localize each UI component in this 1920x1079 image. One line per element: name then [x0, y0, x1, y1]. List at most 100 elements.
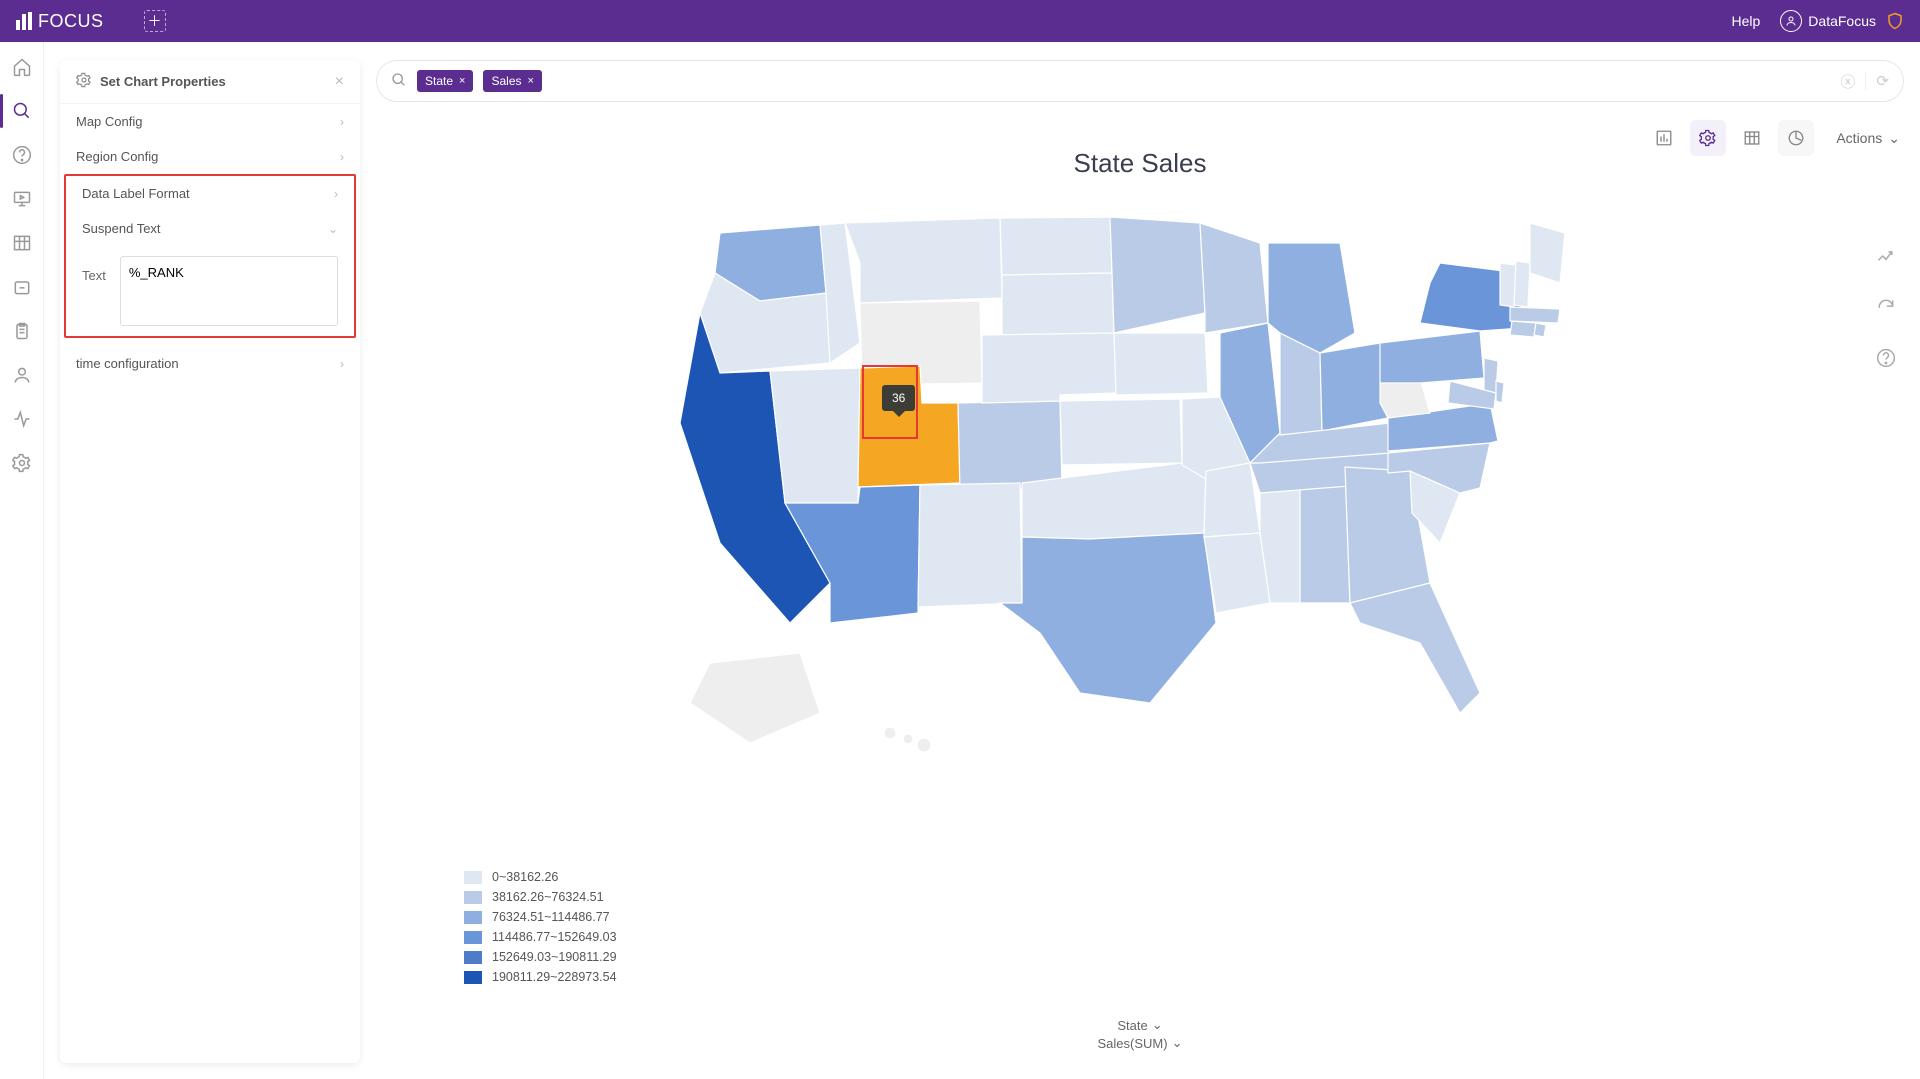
config-axes-button[interactable]: [1646, 120, 1682, 156]
state-west-virginia: [1380, 378, 1430, 418]
chart-properties-panel: Set Chart Properties × Map Config › Regi…: [60, 60, 360, 1063]
panel-header: Set Chart Properties ×: [60, 60, 360, 104]
chevron-down-icon: ⌄: [1888, 130, 1900, 147]
suspend-text-label: Suspend Text: [82, 221, 161, 236]
nav-clipboard[interactable]: [11, 320, 33, 342]
user-menu[interactable]: DataFocus: [1780, 10, 1904, 32]
left-nav-rail: [0, 42, 44, 1079]
highlighted-section: Data Label Format › Suspend Text ⌄ Text: [64, 174, 356, 338]
map-legend: 0~38162.26 38162.26~76324.51 76324.51~11…: [464, 870, 617, 990]
axis-labels: State ⌄ Sales(SUM) ⌄: [1098, 1015, 1183, 1051]
map-config-row[interactable]: Map Config ›: [60, 104, 360, 139]
nav-user[interactable]: [11, 364, 33, 386]
map-config-label: Map Config: [76, 114, 142, 129]
remove-pill-icon[interactable]: ×: [459, 75, 465, 87]
chart-type-button[interactable]: [1778, 120, 1814, 156]
chevron-right-icon: ›: [340, 115, 344, 129]
time-config-row[interactable]: time configuration ›: [60, 346, 360, 381]
state-vermont: [1500, 263, 1516, 307]
app-logo: FOCUS: [16, 11, 104, 32]
state-alaska: [690, 653, 820, 743]
app-name: FOCUS: [38, 11, 104, 32]
query-bar[interactable]: State× Sales× ⓧ ⟳: [376, 60, 1904, 102]
table-view-button[interactable]: [1734, 120, 1770, 156]
new-tab-button[interactable]: ＋: [144, 10, 166, 32]
state-wisconsin: [1200, 223, 1268, 333]
legend-item: 76324.51~114486.77: [464, 910, 617, 924]
actions-dropdown[interactable]: Actions ⌄: [1836, 130, 1900, 147]
chevron-down-icon: ⌄: [1152, 1017, 1163, 1033]
state-arkansas: [1204, 463, 1260, 537]
legend-item: 0~38162.26: [464, 870, 617, 884]
refresh-icon[interactable]: [1876, 297, 1896, 322]
legend-swatch: [464, 911, 482, 924]
region-config-label: Region Config: [76, 149, 158, 164]
usa-map[interactable]: 36: [660, 203, 1620, 763]
state-colorado: [958, 401, 1062, 491]
state-hawaii: [884, 727, 896, 739]
right-tool-rail: [1876, 246, 1896, 373]
nav-activity[interactable]: [11, 408, 33, 430]
nav-table[interactable]: [11, 232, 33, 254]
state-north-dakota: [1000, 217, 1112, 275]
region-config-row[interactable]: Region Config ›: [60, 139, 360, 174]
state-iowa: [1114, 333, 1208, 395]
data-label-format-label: Data Label Format: [82, 186, 190, 201]
chart-settings-button[interactable]: [1690, 120, 1726, 156]
text-field-input[interactable]: [120, 256, 338, 326]
legend-item: 114486.77~152649.03: [464, 930, 617, 944]
state-new-mexico: [918, 483, 1022, 607]
nav-search[interactable]: [11, 100, 33, 122]
nav-help[interactable]: [11, 144, 33, 166]
help-link[interactable]: Help: [1732, 13, 1761, 29]
nav-settings[interactable]: [11, 452, 33, 474]
state-montana: [845, 218, 1002, 303]
state-connecticut: [1510, 321, 1536, 337]
user-avatar-icon: [1780, 10, 1802, 32]
time-config-label: time configuration: [76, 356, 179, 371]
chevron-right-icon: ›: [334, 187, 338, 201]
logo-bars-icon: [16, 12, 32, 30]
nav-box[interactable]: [11, 276, 33, 298]
data-label-format-row[interactable]: Data Label Format ›: [66, 176, 354, 211]
state-new-hampshire: [1514, 261, 1530, 307]
legend-item: 152649.03~190811.29: [464, 950, 617, 964]
axis-category[interactable]: State ⌄: [1098, 1017, 1183, 1033]
info-icon[interactable]: [1876, 348, 1896, 373]
legend-swatch: [464, 971, 482, 984]
legend-swatch: [464, 871, 482, 884]
chevron-right-icon: ›: [340, 357, 344, 371]
text-field-label: Text: [82, 256, 106, 283]
map-tooltip: 36: [882, 385, 915, 411]
state-pennsylvania: [1380, 331, 1484, 383]
state-kansas: [1060, 399, 1182, 465]
user-name: DataFocus: [1808, 13, 1876, 29]
legend-swatch: [464, 891, 482, 904]
chart-mini-icon[interactable]: [1876, 246, 1896, 271]
chevron-right-icon: ›: [340, 150, 344, 164]
chevron-down-icon: ⌄: [1172, 1035, 1183, 1051]
chevron-down-icon: ⌄: [328, 222, 338, 236]
map-svg: [660, 203, 1620, 763]
refresh-query-icon[interactable]: ⟳: [1876, 72, 1889, 90]
panel-close-button[interactable]: ×: [335, 73, 344, 91]
divider: [1865, 72, 1866, 90]
query-pill-state[interactable]: State×: [417, 70, 473, 92]
text-input-row: Text: [66, 246, 354, 336]
state-nevada: [770, 368, 860, 503]
remove-pill-icon[interactable]: ×: [528, 75, 534, 87]
state-rhode-island: [1534, 323, 1546, 337]
legend-swatch: [464, 931, 482, 944]
suspend-text-row[interactable]: Suspend Text ⌄: [66, 211, 354, 246]
legend-swatch: [464, 951, 482, 964]
topbar: FOCUS ＋ Help DataFocus: [0, 0, 1920, 42]
query-pill-sales[interactable]: Sales×: [483, 70, 541, 92]
panel-title: Set Chart Properties: [100, 74, 335, 89]
nav-present[interactable]: [11, 188, 33, 210]
axis-measure[interactable]: Sales(SUM) ⌄: [1098, 1035, 1183, 1051]
state-maine: [1530, 223, 1565, 283]
state-louisiana: [1204, 533, 1270, 613]
nav-home[interactable]: [11, 56, 33, 78]
shield-icon: [1886, 12, 1904, 30]
clear-query-icon[interactable]: ⓧ: [1840, 71, 1855, 92]
